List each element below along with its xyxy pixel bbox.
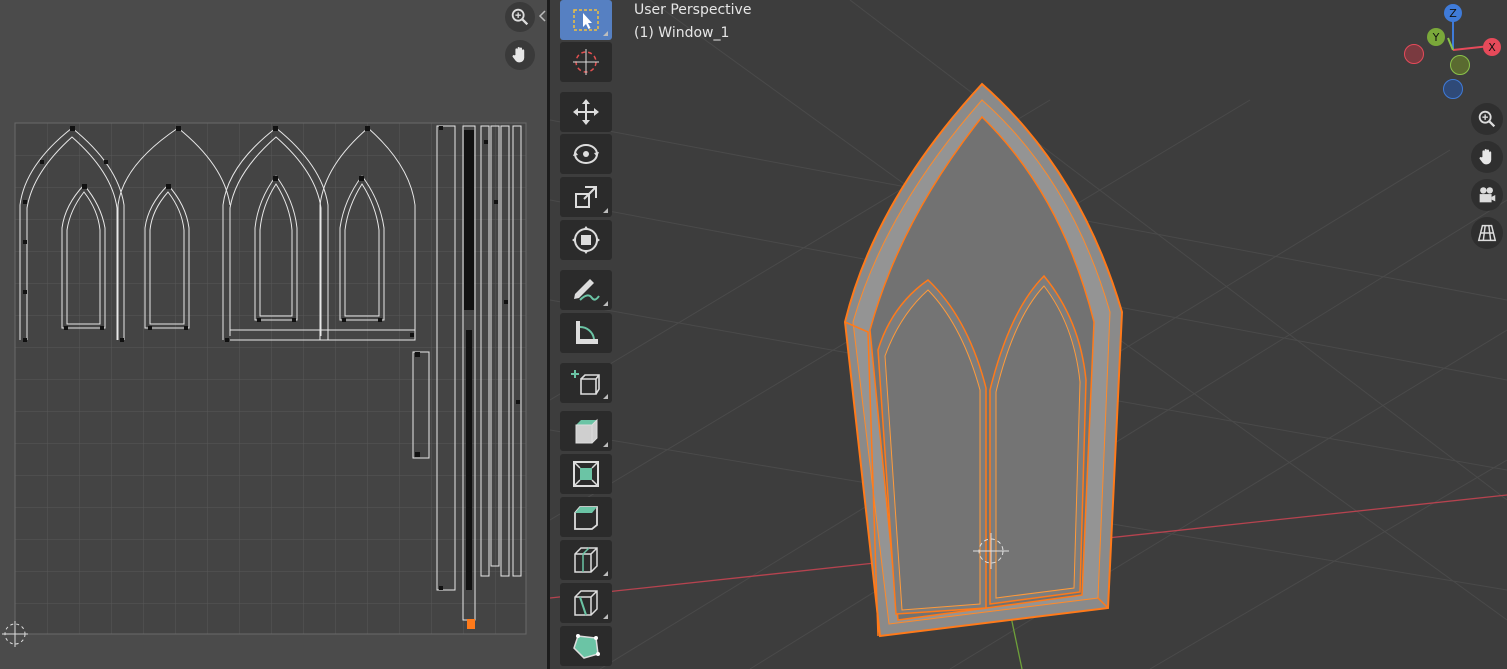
hand-pan-icon[interactable]: [1471, 141, 1503, 173]
loop-cut-tool[interactable]: [560, 540, 612, 580]
active-object-label: (1) Window_1: [634, 25, 730, 41]
uv-editor-panel[interactable]: [0, 0, 547, 669]
select-cursor-icon: [573, 9, 599, 31]
3d-cursor-icon: [573, 49, 599, 75]
measure-tool[interactable]: [560, 313, 612, 353]
zoom-in-icon[interactable]: [505, 2, 535, 32]
move-tool[interactable]: [560, 92, 612, 132]
gizmo-z-axis[interactable]: Z: [1444, 4, 1462, 22]
extrude-icon: [575, 418, 598, 444]
zoom-in-icon[interactable]: [1471, 103, 1503, 135]
knife-tool[interactable]: [560, 583, 612, 623]
window-mesh[interactable]: [843, 82, 1124, 638]
measure-ruler-icon: [576, 321, 598, 344]
perspective-toggle-icon[interactable]: [1471, 217, 1503, 249]
camera-view-icon[interactable]: [1471, 179, 1503, 211]
chevron-left-icon[interactable]: [538, 9, 547, 23]
loop-cut-icon: [574, 547, 598, 573]
gizmo-neg-z-axis[interactable]: [1443, 79, 1463, 99]
knife-icon: [574, 590, 598, 616]
add-cube-icon: [571, 370, 600, 395]
add-cube-tool[interactable]: [560, 363, 612, 403]
view-perspective-label: User Perspective: [634, 2, 752, 18]
inset-tool[interactable]: [560, 454, 612, 494]
bevel-tool[interactable]: [560, 497, 612, 537]
scale-tool[interactable]: [560, 177, 612, 217]
uv-canvas[interactable]: [0, 0, 547, 669]
inset-faces-icon: [573, 461, 599, 487]
gizmo-neg-x-axis[interactable]: [1404, 44, 1424, 64]
hand-pan-icon[interactable]: [505, 40, 535, 70]
gizmo-neg-y-axis[interactable]: [1450, 55, 1470, 75]
rotate-icon: [573, 144, 599, 164]
uv-selected-vertex[interactable]: [467, 619, 475, 629]
3d-viewport[interactable]: User Perspective (1) Window_1 Z Y X: [550, 0, 1507, 669]
annotate-tool[interactable]: [560, 270, 612, 310]
scale-icon: [575, 186, 597, 208]
rotate-tool[interactable]: [560, 134, 612, 174]
poly-build-icon: [573, 634, 600, 659]
gizmo-y-axis[interactable]: Y: [1427, 28, 1445, 46]
viewport-canvas[interactable]: [550, 0, 1507, 669]
move-icon: [573, 99, 599, 125]
poly-build-tool[interactable]: [560, 626, 612, 666]
transform-icon: [572, 226, 600, 254]
bevel-icon: [574, 506, 598, 530]
annotate-pencil-icon: [574, 279, 600, 301]
extrude-tool[interactable]: [560, 411, 612, 451]
transform-tool[interactable]: [560, 220, 612, 260]
cursor-tool[interactable]: [560, 42, 612, 82]
select-box-tool[interactable]: [560, 0, 612, 40]
gizmo-x-axis[interactable]: X: [1483, 38, 1501, 56]
